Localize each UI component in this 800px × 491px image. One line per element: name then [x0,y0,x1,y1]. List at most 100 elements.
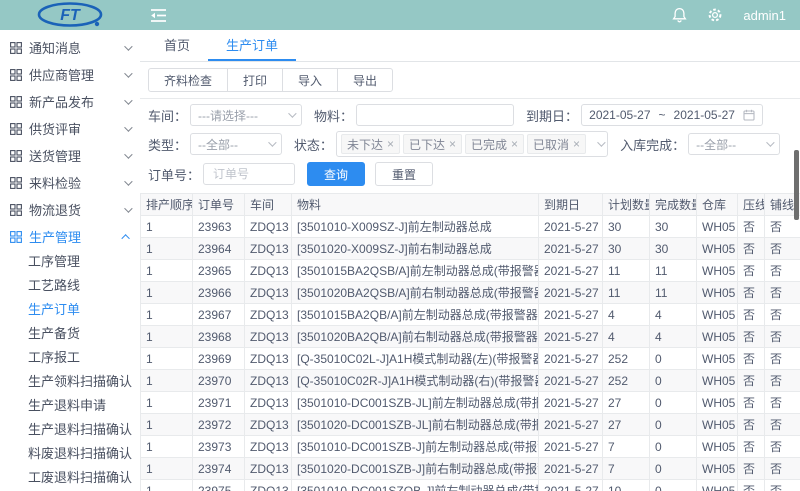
scrollbar-thumb[interactable] [794,150,799,220]
table-cell: 30 [603,238,650,260]
table-cell: WH05 [697,392,738,414]
sidebar-item[interactable]: 通知消息 [0,34,140,61]
table-row[interactable]: 123965ZDQ13[3501015BA2QSB/A]前左制动器总成(带报警器… [141,260,800,282]
username[interactable]: admin1 [743,8,786,23]
sidebar-item[interactable]: 送货管理 [0,142,140,169]
sidebar-item[interactable]: 供应商管理 [0,61,140,88]
tag-close-icon[interactable]: × [449,137,456,151]
table-row[interactable]: 123970ZDQ13[Q-35010C02R-J]A1H模式制动器(右)(带报… [141,370,800,392]
sidebar-subitem[interactable]: 工废退料扫描确认 [0,466,140,490]
sidebar-item[interactable]: 供货评审 [0,115,140,142]
table-cell: 7 [603,436,650,458]
workshop-select[interactable]: ---请选择--- [190,104,302,126]
material-input[interactable] [364,107,506,123]
column-header: 物料 [292,194,539,216]
sidebar-item-label: 通知消息 [29,38,81,57]
toolbar-button[interactable]: 导出 [337,68,393,92]
sidebar-subitem[interactable]: 生产退料扫描确认 [0,418,140,442]
status-multiselect[interactable]: 未下达×已下达×已完成×已取消× [336,131,608,157]
table-row[interactable]: 123975ZDQ13[3501010-DC001SZQB-J]前左制动器总成(… [141,480,800,491]
bell-icon[interactable] [672,7,687,23]
tag-close-icon[interactable]: × [387,137,394,151]
reset-button[interactable]: 重置 [375,162,433,186]
status-tag[interactable]: 已取消× [527,134,586,154]
sidebar-item-label: 生产管理 [29,227,81,246]
due-date-range-picker[interactable]: 2021-05-27 ~ 2021-05-27 [581,104,763,126]
status-tag[interactable]: 未下达 × [341,134,400,154]
sidebar-subitem[interactable]: 料废退料扫描确认 [0,442,140,466]
sidebar-subitem[interactable]: 生产订单 [0,298,140,322]
status-tag[interactable]: 已完成 × [465,134,524,154]
table-cell: 否 [738,326,765,348]
table-row[interactable]: 123971ZDQ13[3501010-DC001SZB-JL]前左制动器总成(… [141,392,800,414]
type-select[interactable]: --全部-- [190,133,282,155]
table-row[interactable]: 123963ZDQ13[3501010-X009SZ-J]前左制动器总成2021… [141,216,800,238]
table-row[interactable]: 123972ZDQ13[3501020-DC001SZB-JL]前右制动器总成(… [141,414,800,436]
order-no-input[interactable] [211,166,287,182]
table-cell: 否 [738,238,765,260]
tag-close-icon[interactable]: × [511,137,518,151]
sidebar-subitem[interactable]: 生产领料扫描确认 [0,370,140,394]
table-cell: WH05 [697,370,738,392]
sidebar-item[interactable]: 生产管理 [0,223,140,250]
toolbar-button[interactable]: 齐料检查 [148,68,228,92]
table-cell: 否 [765,326,800,348]
table-cell: 11 [650,282,697,304]
sidebar-subitem[interactable]: 工序管理 [0,250,140,274]
company-logo: FT [0,2,140,28]
chevron-down-icon [766,138,774,146]
status-tag[interactable]: 已下达× [403,134,462,154]
table-cell: 0 [650,370,697,392]
search-button[interactable]: 查询 [307,162,365,186]
chevron-down-icon [124,69,132,77]
table-cell: 否 [738,348,765,370]
tag-close-icon[interactable]: × [573,137,580,151]
workshop-label: 车间： [148,106,187,125]
status-tag-label: 已完成 [471,136,507,153]
sidebar-subitem[interactable]: 工序报工 [0,346,140,370]
table-row[interactable]: 123968ZDQ13[3501020BA2QB/A]前右制动器总成(带报警器)… [141,326,800,348]
app-grid-icon [10,69,22,81]
table-row[interactable]: 123967ZDQ13[3501015BA2QB/A]前左制动器总成(带报警器)… [141,304,800,326]
inbound-select[interactable]: --全部-- [688,133,780,155]
table-cell: [3501020-DC001SZB-J]前右制动器总成(带报警器) [292,458,539,480]
sidebar-subitem[interactable]: 工艺路线 [0,274,140,298]
sidebar-item-label: 来料检验 [29,173,81,192]
toolbar: 齐料检查打印导入导出 [140,62,800,99]
table-cell: 10 [603,480,650,491]
status-tag-label: 未下达 [347,136,383,153]
table-cell: 11 [650,260,697,282]
table-cell: 1 [141,304,193,326]
table-cell: 1 [141,436,193,458]
due-date-label: 到期日： [526,106,578,125]
due-to: 2021-05-27 [674,108,735,122]
tab[interactable]: 生产订单 [208,30,296,61]
table-row[interactable]: 123964ZDQ13[3501020-X009SZ-J]前右制动器总成2021… [141,238,800,260]
tab[interactable]: 首页 [146,30,208,61]
sidebar-item[interactable]: 来料检验 [0,169,140,196]
table-cell: 否 [765,392,800,414]
table-cell: 否 [738,216,765,238]
sidebar-subitem[interactable]: 生产退料申请 [0,394,140,418]
sidebar-subitem[interactable]: 生产备货 [0,322,140,346]
logo-icon: FT [24,2,116,28]
table-cell: 2021-5-27 [539,458,603,480]
table-row[interactable]: 123974ZDQ13[3501020-DC001SZB-J]前右制动器总成(带… [141,458,800,480]
table-row[interactable]: 123966ZDQ13[3501020BA2QSB/A]前右制动器总成(带报警器… [141,282,800,304]
toolbar-button[interactable]: 导入 [282,68,338,92]
app-grid-icon [10,123,22,135]
menu-fold-icon[interactable] [150,8,167,23]
table-cell: 2021-5-27 [539,260,603,282]
table-cell: ZDQ13 [245,326,292,348]
toolbar-button[interactable]: 打印 [227,68,283,92]
table-row[interactable]: 123969ZDQ13[Q-35010C02L-J]A1H模式制动器(左)(带报… [141,348,800,370]
gear-icon[interactable] [707,7,723,23]
table-row[interactable]: 123973ZDQ13[3501010-DC001SZB-J]前左制动器总成(带… [141,436,800,458]
table-cell: 否 [765,370,800,392]
column-header: 完成数量 [650,194,697,216]
top-header: FT admin1 [0,0,800,30]
sidebar-item[interactable]: 物流退货 [0,196,140,223]
table-cell: 2021-5-27 [539,216,603,238]
table-cell: 0 [650,480,697,491]
sidebar-item[interactable]: 新产品发布 [0,88,140,115]
